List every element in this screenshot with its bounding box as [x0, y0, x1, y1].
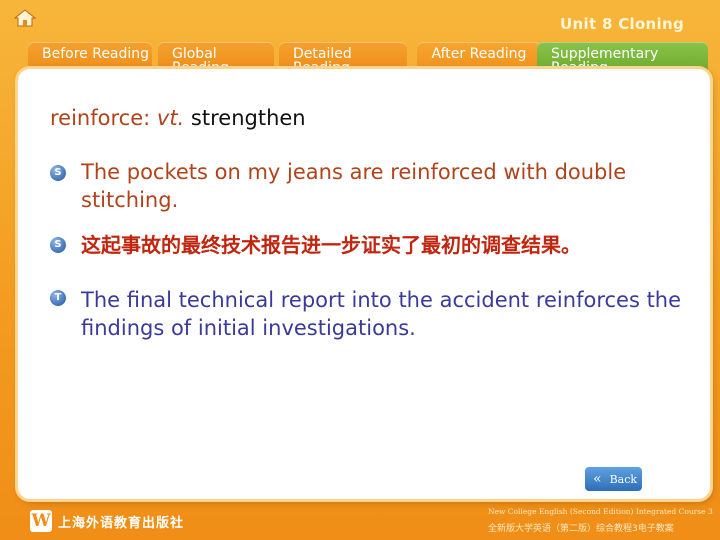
example-sentence: The pockets on my jeans are reinforced w…: [81, 160, 627, 212]
publisher-mark-icon: W: [30, 510, 52, 532]
back-button[interactable]: « Back: [585, 467, 642, 491]
translated-sentence: The final technical report into the acci…: [81, 288, 682, 340]
sentence-bullet-icon: S: [50, 237, 66, 253]
course-title-en: New College English (Second Edition) Int…: [488, 507, 713, 516]
translation-sentence: 这起事故的最终技术报告进一步证实了最初的调查结果。: [81, 233, 581, 257]
sentence-bullet-icon: S: [50, 165, 66, 181]
unit-title: Unit 8 Cloning: [560, 15, 684, 33]
back-label: Back: [609, 473, 638, 486]
double-chevron-left-icon: «: [593, 471, 602, 487]
home-icon[interactable]: [14, 9, 36, 27]
content-panel: [18, 69, 710, 499]
vocab-word: reinforce:: [50, 106, 151, 130]
translation-bullet-icon: T: [50, 290, 66, 306]
course-title-cn: 全新版大学英语（第二版）综合教程3电子教案: [488, 524, 674, 534]
publisher-name: 上海外语教育出版社: [58, 516, 185, 531]
vocab-definition: strengthen: [190, 106, 306, 130]
part-of-speech: vt.: [156, 106, 185, 130]
vocab-entry: reinforce: vt. strengthen: [50, 106, 306, 130]
